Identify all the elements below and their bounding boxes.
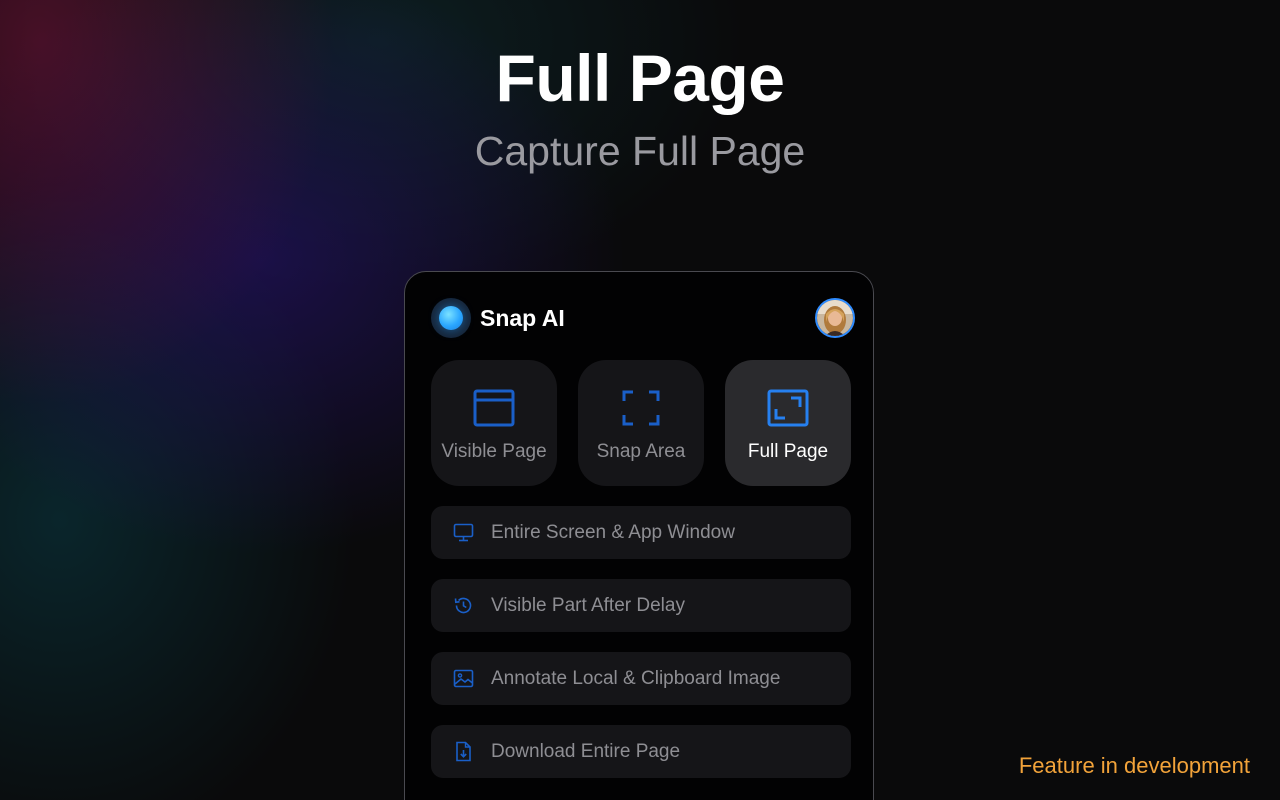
option-visible-part-delay[interactable]: Visible Part After Delay (431, 579, 851, 632)
option-label: Annotate Local & Clipboard Image (491, 668, 781, 689)
option-download-page[interactable]: Download Entire Page (431, 725, 851, 778)
app-name: Snap AI (480, 305, 565, 331)
avatar-image (817, 300, 853, 336)
option-label: Visible Part After Delay (491, 595, 685, 616)
crop-corners-icon (622, 390, 660, 426)
tile-label: Visible Page (441, 441, 547, 462)
option-label: Entire Screen & App Window (491, 522, 735, 543)
fullscreen-frame-icon (767, 389, 809, 427)
extension-popup-panel: Snap AI Visible Page Snap Area Full Page… (404, 271, 874, 800)
option-label: Download Entire Page (491, 741, 681, 762)
capture-mode-tiles: Visible Page Snap Area Full Page (431, 360, 851, 486)
browser-window-icon (473, 389, 515, 427)
feature-status-note: Feature in development (1018, 753, 1250, 778)
tile-label: Full Page (747, 441, 829, 462)
tile-snap-area[interactable]: Snap Area (578, 360, 704, 486)
tile-full-page[interactable]: Full Page (725, 360, 851, 486)
image-icon (453, 669, 474, 688)
file-download-icon (456, 741, 471, 762)
page-subtitle: Capture Full Page (474, 128, 806, 174)
option-entire-screen[interactable]: Entire Screen & App Window (431, 506, 851, 559)
user-avatar[interactable] (815, 298, 855, 338)
panel-header: Snap AI (431, 298, 855, 338)
stage-background: Full Page Capture Full Page Snap AI Visi… (0, 0, 1280, 800)
option-annotate-image[interactable]: Annotate Local & Clipboard Image (431, 652, 851, 705)
monitor-icon (453, 523, 474, 542)
history-clock-icon (454, 597, 472, 614)
snap-ai-logo-icon (431, 298, 471, 338)
page-title: Full Page (495, 41, 785, 115)
tile-label: Snap Area (596, 441, 686, 462)
tile-visible-page[interactable]: Visible Page (431, 360, 557, 486)
